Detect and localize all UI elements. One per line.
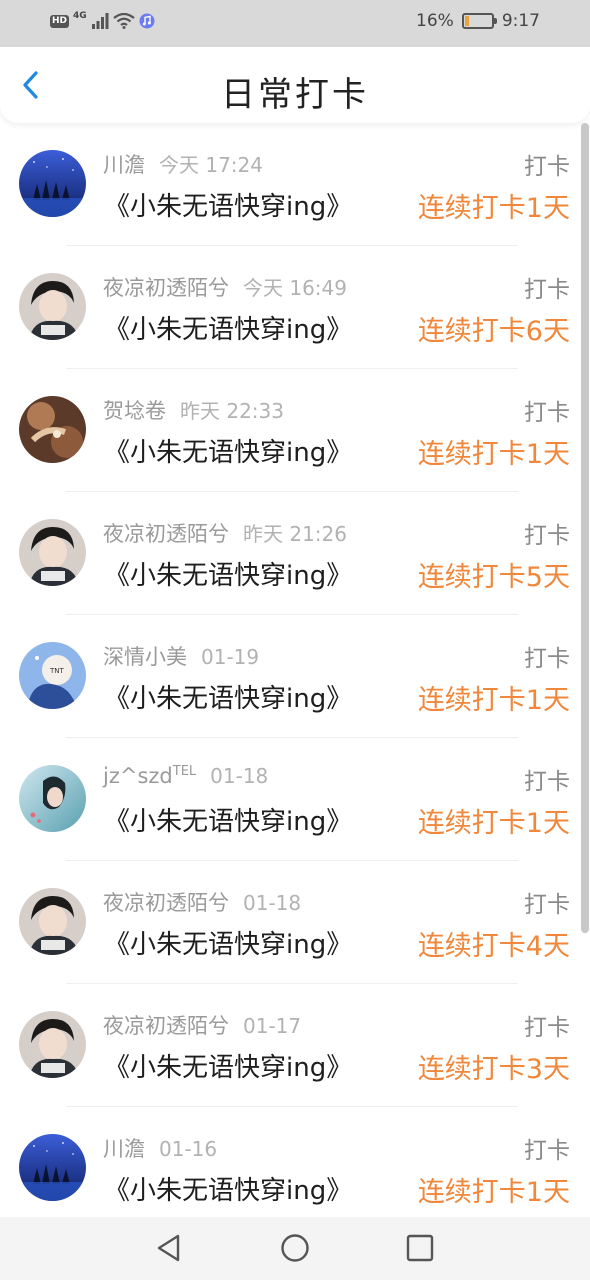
status-right: 16% 9:17: [416, 11, 540, 31]
streak-count: 连续打卡1天: [417, 193, 570, 224]
user-name-text: 川澹: [103, 153, 145, 177]
header-bar: 日常打卡: [0, 47, 590, 123]
user-name: 深情小美 01-19: [103, 641, 259, 671]
user-name: 川澹 01-16: [103, 1133, 217, 1163]
user-name-text: 夜凉初透陌兮: [103, 276, 229, 300]
battery-percent: 16%: [416, 11, 454, 31]
streak-count: 连续打卡1天: [417, 439, 570, 470]
status-bar: HD 4G 16% 9:17: [0, 0, 590, 47]
hd-badge: HD: [50, 14, 70, 28]
book-title[interactable]: 《小朱无语快穿ing》: [104, 555, 352, 592]
checkin-label: 打卡: [524, 1015, 570, 1041]
streak-count: 连续打卡1天: [417, 808, 570, 839]
checkin-time: 01-19: [201, 645, 260, 669]
user-name-text: 夜凉初透陌兮: [103, 891, 229, 915]
checkin-time: 01-16: [159, 1137, 218, 1161]
list-item[interactable]: TNT 深情小美 01-19 《小朱无语快穿ing》 打卡连续打卡1天: [0, 615, 580, 738]
streak-count: 连续打卡1天: [417, 1177, 570, 1208]
list-item[interactable]: 贺埝卷 昨天 22:33 《小朱无语快穿ing》 打卡连续打卡1天: [0, 369, 580, 492]
checkin-label: 打卡: [524, 154, 570, 180]
checkin-time: 昨天 21:26: [243, 522, 347, 546]
checkin-time: 01-18: [210, 764, 269, 788]
list-item[interactable]: 夜凉初透陌兮 今天 16:49 《小朱无语快穿ing》 打卡连续打卡6天: [0, 246, 580, 369]
avatar[interactable]: [19, 1011, 86, 1078]
avatar[interactable]: [19, 519, 86, 586]
avatar[interactable]: [19, 273, 86, 340]
nav-recents-button[interactable]: [403, 1231, 437, 1265]
list-item[interactable]: 川澹 01-16 《小朱无语快穿ing》 打卡连续打卡1天: [0, 1107, 580, 1230]
user-name-text: 夜凉初透陌兮: [103, 522, 229, 546]
user-name: 夜凉初透陌兮 今天 16:49: [103, 272, 347, 302]
list-item[interactable]: 夜凉初透陌兮 昨天 21:26 《小朱无语快穿ing》 打卡连续打卡5天: [0, 492, 580, 615]
square-recents-icon: [406, 1234, 434, 1262]
user-name-text: 深情小美: [103, 645, 187, 669]
book-title[interactable]: 《小朱无语快穿ing》: [104, 432, 352, 469]
user-name: 夜凉初透陌兮 01-17: [103, 1010, 301, 1040]
streak-count: 连续打卡6天: [417, 316, 570, 347]
user-name: 夜凉初透陌兮 昨天 21:26: [103, 518, 347, 548]
book-title[interactable]: 《小朱无语快穿ing》: [104, 678, 352, 715]
checkin-time: 今天 16:49: [243, 276, 347, 300]
avatar[interactable]: [19, 1134, 86, 1201]
avatar[interactable]: [19, 396, 86, 463]
triangle-back-icon: [157, 1234, 180, 1262]
streak-count: 连续打卡4天: [417, 931, 570, 962]
checkin-label: 打卡: [524, 892, 570, 918]
status-indicators: HD 4G: [50, 11, 155, 29]
user-name: 夜凉初透陌兮 01-18: [103, 887, 301, 917]
system-nav-bar: [0, 1217, 590, 1280]
battery-level: [464, 16, 470, 26]
streak-count: 连续打卡1天: [417, 685, 570, 716]
clock: 9:17: [501, 11, 540, 31]
checkin-label: 打卡: [524, 646, 570, 672]
user-name-text: 川澹: [103, 1137, 145, 1161]
signal-icon: [91, 13, 109, 29]
book-title[interactable]: 《小朱无语快穿ing》: [104, 1047, 352, 1084]
nav-home-button[interactable]: [278, 1231, 312, 1265]
avatar[interactable]: [19, 765, 86, 832]
user-name-text: 贺埝卷: [103, 399, 166, 423]
checkin-list: 川澹 今天 17:24 《小朱无语快穿ing》 打卡 连续打卡1天 夜凉初透陌兮 今天 16…: [0, 123, 580, 1230]
avatar[interactable]: TNT: [19, 642, 86, 709]
user-name-suffix: TEL: [172, 764, 197, 779]
avatar[interactable]: [19, 150, 86, 217]
checkin-label: 打卡: [524, 523, 570, 549]
list-item[interactable]: 夜凉初透陌兮 01-17 《小朱无语快穿ing》 打卡连续打卡3天: [0, 984, 580, 1107]
book-title[interactable]: 《小朱无语快穿ing》: [104, 1170, 352, 1207]
checkin-time: 昨天 22:33: [180, 399, 284, 423]
checkin-label: 打卡: [524, 400, 570, 426]
nav-back-button[interactable]: [152, 1231, 186, 1265]
page-title: 日常打卡: [221, 75, 369, 115]
streak-count: 连续打卡5天: [417, 562, 570, 593]
svg-text:TNT: TNT: [49, 667, 65, 675]
list-item[interactable]: 川澹 今天 17:24 《小朱无语快穿ing》 打卡连续打卡1天: [0, 123, 580, 246]
circle-home-icon: [281, 1234, 309, 1262]
scrollbar[interactable]: [581, 123, 589, 933]
streak-count: 连续打卡3天: [417, 1054, 570, 1085]
user-name: 川澹 今天 17:24: [103, 149, 263, 179]
book-title[interactable]: 《小朱无语快穿ing》: [104, 801, 352, 838]
user-name: 贺埝卷 昨天 22:33: [103, 395, 284, 425]
checkin-time: 今天 17:24: [159, 153, 263, 177]
checkin-time: 01-18: [243, 891, 302, 915]
music-app-icon: [139, 13, 155, 29]
checkin-label: 打卡: [524, 1138, 570, 1164]
user-name-text: jz^szd: [103, 764, 173, 788]
checkin-time: 01-17: [243, 1014, 302, 1038]
battery-icon: [461, 13, 497, 29]
network-type: 4G: [73, 11, 87, 21]
user-name-text: 夜凉初透陌兮: [103, 1014, 229, 1038]
checkin-label: 打卡: [524, 769, 570, 795]
wifi-icon: [112, 13, 135, 29]
list-item[interactable]: jz^szdTEL 01-18 《小朱无语快穿ing》 打卡连续打卡1天: [0, 738, 580, 861]
book-title[interactable]: 《小朱无语快穿ing》: [104, 186, 352, 223]
book-title[interactable]: 《小朱无语快穿ing》: [104, 924, 352, 961]
avatar[interactable]: [19, 888, 86, 955]
checkin-label: 打卡: [524, 277, 570, 303]
user-name: jz^szdTEL 01-18: [103, 764, 268, 788]
book-title[interactable]: 《小朱无语快穿ing》: [104, 309, 352, 346]
list-item[interactable]: 夜凉初透陌兮 01-18 《小朱无语快穿ing》 打卡连续打卡4天: [0, 861, 580, 984]
